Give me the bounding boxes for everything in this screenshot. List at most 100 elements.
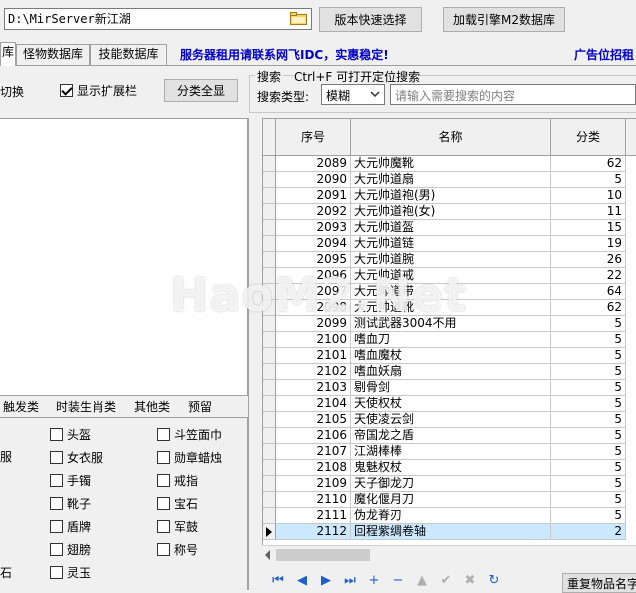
checkbox-icon[interactable] (50, 543, 63, 556)
cell-category[interactable]: 19 (551, 236, 626, 252)
cell-id[interactable]: 2109 (276, 476, 351, 492)
cell-name[interactable]: 魔化偃月刀 (351, 492, 551, 508)
row-indicator[interactable] (263, 492, 276, 508)
cell-name[interactable]: 鬼魅权杖 (351, 460, 551, 476)
tab-skill-db[interactable]: 技能数据库 (90, 44, 167, 65)
checkbox-icon[interactable] (50, 451, 63, 464)
cell-id[interactable]: 2110 (276, 492, 351, 508)
table-row[interactable]: 2107 江湖棒棒 5 (263, 444, 636, 460)
table-row[interactable]: 2102 嗜血妖扇 5 (263, 364, 636, 380)
cell-category[interactable]: 5 (551, 172, 626, 188)
category-left-checkbox[interactable]: 翅膀 (50, 541, 91, 558)
cell-category[interactable]: 5 (551, 316, 626, 332)
table-row[interactable]: 2103 剔骨剑 5 (263, 380, 636, 396)
cell-category[interactable]: 5 (551, 476, 626, 492)
row-indicator[interactable] (263, 220, 276, 236)
cell-id[interactable]: 2092 (276, 204, 351, 220)
cell-category[interactable]: 62 (551, 300, 626, 316)
table-row[interactable]: 2090 大元帅道扇 5 (263, 172, 636, 188)
category-right-checkbox[interactable]: 斗笠面巾 (157, 426, 222, 443)
cell-category[interactable]: 11 (551, 204, 626, 220)
row-indicator[interactable] (263, 380, 276, 396)
category-left-checkbox[interactable]: 灵玉 (50, 564, 91, 581)
category-left-checkbox[interactable]: 头盔 (50, 426, 91, 443)
table-row[interactable]: 2092 大元帅道袍(女) 11 (263, 204, 636, 220)
cell-name[interactable]: 天使凌云剑 (351, 412, 551, 428)
cell-category[interactable]: 5 (551, 444, 626, 460)
splitter[interactable] (248, 118, 262, 590)
table-row[interactable]: 2104 天使权杖 5 (263, 396, 636, 412)
delete-icon[interactable]: − (390, 573, 406, 589)
row-indicator[interactable] (263, 364, 276, 380)
checkbox-icon[interactable] (60, 84, 73, 97)
cell-id[interactable]: 2108 (276, 460, 351, 476)
cell-name[interactable]: 天子御龙刀 (351, 476, 551, 492)
tree-list-panel[interactable] (0, 118, 248, 396)
category-right-checkbox[interactable]: 勋章蜡烛 (157, 449, 222, 466)
cell-name[interactable]: 回程紫绸卷轴 (351, 524, 551, 540)
tab-reserved[interactable]: 预留 (188, 398, 212, 418)
tab-fashion-zodiac[interactable]: 时装生肖类 (56, 398, 116, 418)
cell-id[interactable]: 2093 (276, 220, 351, 236)
last-icon[interactable]: ⏭ (342, 573, 358, 589)
category-left-checkbox[interactable]: 盾牌 (50, 518, 91, 535)
checkbox-icon[interactable] (157, 543, 170, 556)
row-indicator[interactable] (263, 332, 276, 348)
table-row[interactable]: 2100 嗜血刀 5 (263, 332, 636, 348)
cell-name[interactable]: 大元帅道扇 (351, 172, 551, 188)
cell-id[interactable]: 2104 (276, 396, 351, 412)
cell-category[interactable]: 15 (551, 220, 626, 236)
load-engine-db-button[interactable]: 加载引擎M2数据库 (443, 7, 565, 32)
scrollbar-thumb[interactable] (276, 549, 370, 561)
scroll-left-icon[interactable] (265, 550, 270, 560)
table-row[interactable]: 2091 大元帅道袍(男) 10 (263, 188, 636, 204)
table-row[interactable]: 2095 大元帅道腕 26 (263, 252, 636, 268)
table-row[interactable]: 2109 天子御龙刀 5 (263, 476, 636, 492)
show-extension-checkbox[interactable]: 显示扩展栏 (60, 82, 137, 99)
checkbox-icon[interactable] (157, 497, 170, 510)
category-right-checkbox[interactable]: 宝石 (157, 495, 198, 512)
row-indicator[interactable] (263, 204, 276, 220)
row-indicator[interactable] (263, 348, 276, 364)
table-row[interactable]: 2094 大元帅道链 19 (263, 236, 636, 252)
cell-category[interactable]: 5 (551, 412, 626, 428)
cell-id[interactable]: 2100 (276, 332, 351, 348)
cell-id[interactable]: 2095 (276, 252, 351, 268)
cell-id[interactable]: 2101 (276, 348, 351, 364)
insert-icon[interactable]: + (366, 573, 382, 589)
row-indicator[interactable] (263, 156, 276, 172)
category-left-checkbox[interactable]: 女衣服 (50, 449, 103, 466)
version-quick-select-button[interactable]: 版本快速选择 (319, 7, 422, 32)
search-type-select[interactable]: 模糊 (321, 84, 385, 105)
table-row[interactable]: 2089 大元帅魔靴 62 (263, 156, 636, 172)
cell-category[interactable]: 22 (551, 268, 626, 284)
tab-trigger[interactable]: 触发类 (3, 398, 39, 418)
cell-id[interactable]: 2106 (276, 428, 351, 444)
row-indicator[interactable] (263, 236, 276, 252)
show-all-categories-button[interactable]: 分类全显 (164, 79, 238, 102)
post-icon[interactable]: ✔ (438, 573, 454, 589)
tab-other[interactable]: 其他类 (134, 398, 170, 418)
category-right-checkbox[interactable]: 称号 (157, 541, 198, 558)
table-row[interactable]: 2101 嗜血魔杖 5 (263, 348, 636, 364)
refresh-icon[interactable]: ↻ (486, 573, 502, 589)
cell-name[interactable]: 伪龙脊刃 (351, 508, 551, 524)
row-indicator[interactable] (263, 444, 276, 460)
table-row[interactable]: 2105 天使凌云剑 5 (263, 412, 636, 428)
column-header-id[interactable]: 序号 (276, 119, 351, 156)
checkbox-icon[interactable] (157, 474, 170, 487)
table-row[interactable]: 2108 鬼魅权杖 5 (263, 460, 636, 476)
cell-category[interactable]: 5 (551, 348, 626, 364)
cell-category[interactable]: 5 (551, 396, 626, 412)
duplicate-item-names-button[interactable]: 重复物品名字 (562, 573, 636, 593)
cell-category[interactable]: 5 (551, 380, 626, 396)
column-header-category[interactable]: 分类 (551, 119, 626, 156)
cell-category[interactable]: 5 (551, 492, 626, 508)
cell-name[interactable]: 江湖棒棒 (351, 444, 551, 460)
row-indicator[interactable] (263, 252, 276, 268)
cell-name[interactable]: 大元帅魔靴 (351, 156, 551, 172)
row-indicator[interactable] (263, 428, 276, 444)
cell-category[interactable]: 10 (551, 188, 626, 204)
table-row[interactable]: 2111 伪龙脊刃 5 (263, 508, 636, 524)
switch-label[interactable]: 切换 (0, 83, 24, 100)
